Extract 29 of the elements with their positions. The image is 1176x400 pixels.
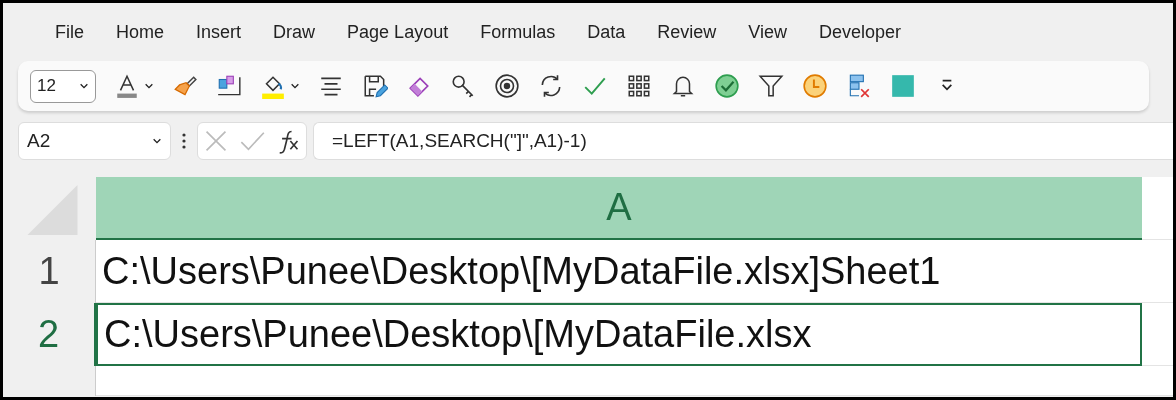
- more-vertical-icon[interactable]: [181, 132, 187, 150]
- chevron-down-icon: [79, 81, 89, 91]
- chevron-down-icon[interactable]: [290, 81, 300, 91]
- menu-tab[interactable]: Page Layout: [331, 12, 465, 52]
- menu-tab[interactable]: Formulas: [464, 12, 572, 52]
- menu-tab[interactable]: Data: [571, 12, 642, 52]
- chevron-down-icon: [152, 136, 162, 146]
- font-color-icon[interactable]: [114, 73, 140, 99]
- name-box[interactable]: A2: [18, 122, 171, 160]
- formula-field[interactable]: =LEFT(A1,SEARCH("]",A1)-1): [313, 122, 1173, 160]
- column-header[interactable]: A: [96, 177, 1142, 240]
- clock-icon[interactable]: [802, 73, 828, 99]
- save-edit-icon[interactable]: [362, 73, 388, 99]
- key-icon[interactable]: [450, 73, 476, 99]
- target-icon[interactable]: [494, 73, 520, 99]
- menu-tab[interactable]: Insert: [180, 12, 258, 52]
- table-cell: C:\Users\Punee\Desktop\[MyDataFile.xlsx: [96, 303, 1142, 366]
- menu-tab[interactable]: File: [39, 12, 100, 52]
- filter-icon[interactable]: [758, 73, 784, 99]
- grid-icon[interactable]: [626, 73, 652, 99]
- font-size-dropdown[interactable]: 12: [30, 69, 96, 103]
- table-cell: C:\Users\Punee\Desktop\[MyDataFile.xlsx]Sheet1: [96, 240, 1142, 303]
- check-circle-icon[interactable]: [714, 73, 740, 99]
- menu-tab[interactable]: Review: [641, 12, 733, 52]
- menu-tab[interactable]: View: [732, 12, 803, 52]
- menu-tab[interactable]: Draw: [257, 12, 332, 52]
- menu-tab[interactable]: Home: [100, 12, 181, 52]
- chevron-down-icon[interactable]: [144, 81, 154, 91]
- menu-tab[interactable]: Developer: [802, 12, 917, 52]
